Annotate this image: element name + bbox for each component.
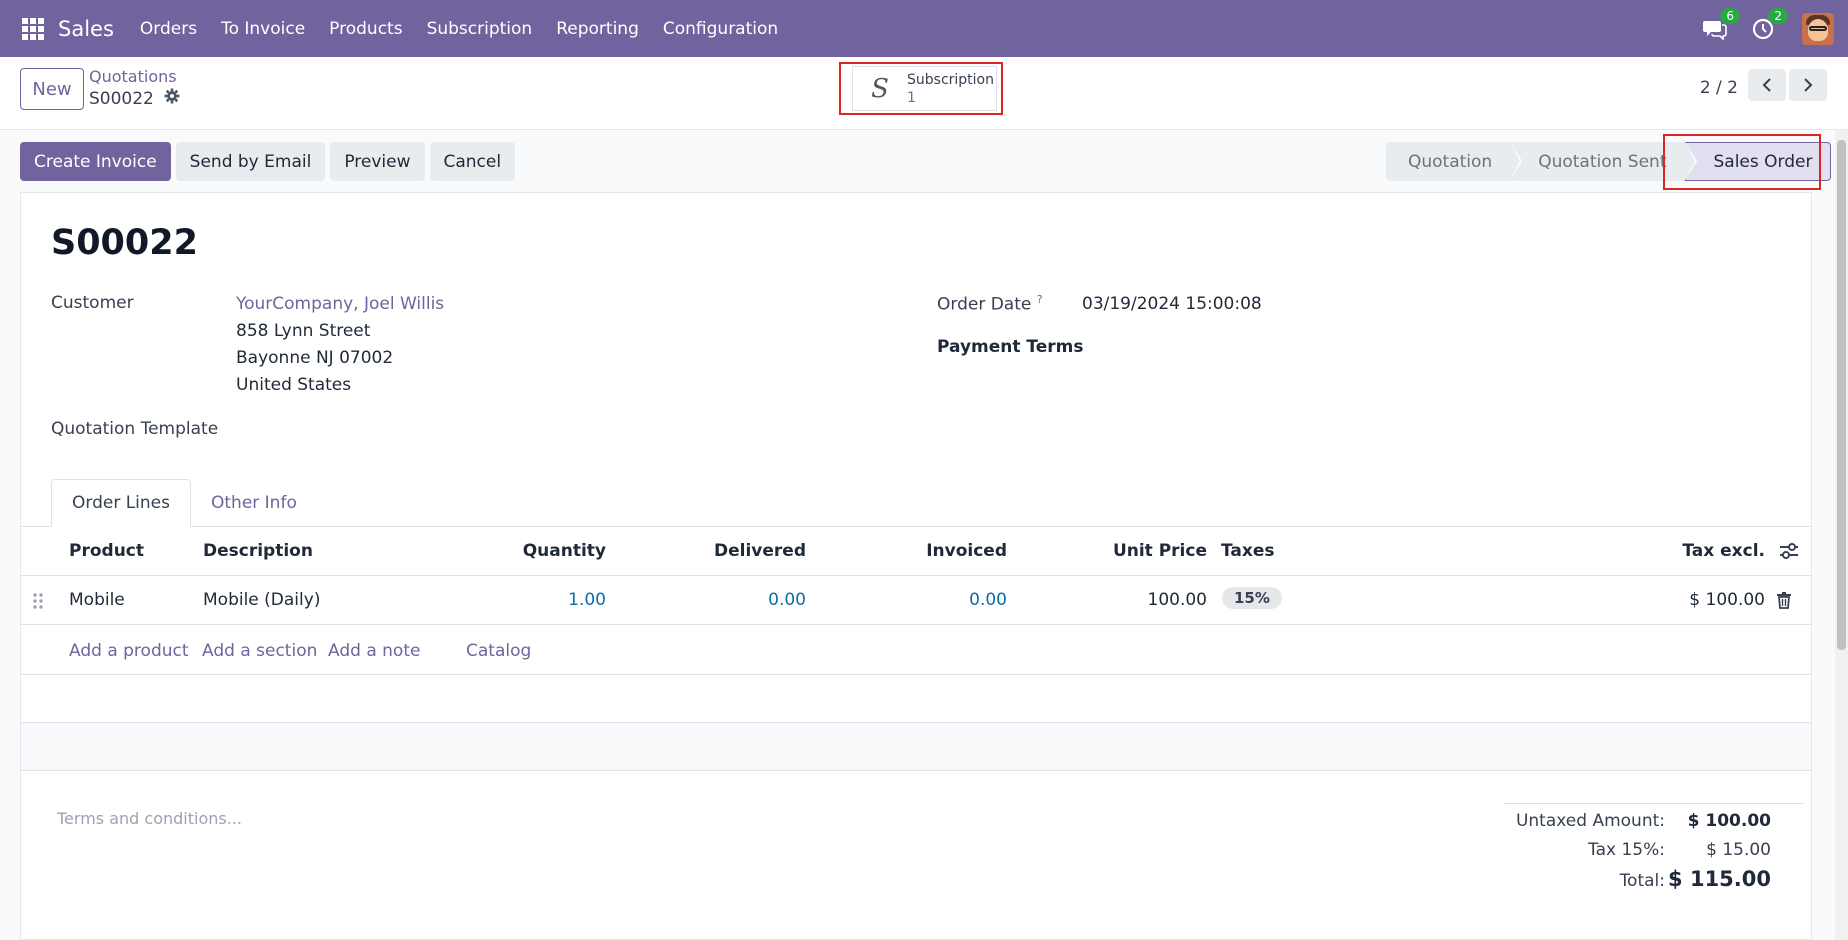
breadcrumb-current-label: S00022 bbox=[89, 88, 154, 109]
breadcrumb-current: S00022 bbox=[89, 88, 180, 109]
total-value: $ 115.00 bbox=[1668, 867, 1771, 891]
user-avatar[interactable] bbox=[1802, 12, 1834, 45]
row-delivered[interactable]: 0.00 bbox=[668, 590, 806, 610]
messages-badge: 6 bbox=[1720, 7, 1740, 24]
help-icon[interactable]: ? bbox=[1037, 293, 1043, 306]
create-invoice-button[interactable]: Create Invoice bbox=[20, 142, 171, 181]
smart-button-count: 1 bbox=[907, 89, 916, 106]
nav-subscription[interactable]: Subscription bbox=[427, 19, 533, 39]
scrollbar-thumb[interactable] bbox=[1837, 140, 1846, 650]
stage-quotation[interactable]: Quotation bbox=[1386, 142, 1523, 181]
quotation-template-label: Quotation Template bbox=[51, 419, 219, 439]
drag-handle-icon[interactable] bbox=[33, 592, 43, 615]
order-date-label-text: Order Date bbox=[937, 294, 1032, 315]
tab-order-lines[interactable]: Order Lines bbox=[51, 479, 191, 527]
col-quantity[interactable]: Quantity bbox=[468, 541, 606, 561]
nav-orders[interactable]: Orders bbox=[140, 19, 197, 39]
col-tax-excl[interactable]: Tax excl. bbox=[1621, 541, 1765, 561]
add-section-link[interactable]: Add a section bbox=[202, 641, 317, 661]
customer-link[interactable]: YourCompany, Joel Willis bbox=[236, 294, 444, 314]
action-buttons: Create Invoice Send by Email Preview Can… bbox=[20, 142, 516, 181]
pager-next-button[interactable] bbox=[1789, 69, 1827, 101]
add-product-link[interactable]: Add a product bbox=[69, 641, 189, 661]
row-tax-badge[interactable]: 15% bbox=[1222, 587, 1282, 609]
row-invoiced[interactable]: 0.00 bbox=[869, 590, 1007, 610]
subscription-smart-button[interactable]: S Subscription 1 bbox=[852, 66, 997, 111]
tax-value: $ 15.00 bbox=[1706, 840, 1771, 860]
catalog-link[interactable]: Catalog bbox=[466, 641, 531, 661]
form-sheet: S00022 Customer YourCompany, Joel Willis… bbox=[20, 192, 1812, 940]
document-title: S00022 bbox=[51, 223, 198, 263]
header-divider bbox=[21, 575, 1811, 576]
row-unit-price[interactable]: 100.00 bbox=[1069, 590, 1207, 610]
breadcrumb-quotations[interactable]: Quotations bbox=[89, 67, 177, 86]
subscription-icon: S bbox=[871, 73, 889, 104]
add-note-link[interactable]: Add a note bbox=[328, 641, 420, 661]
page-scrollbar[interactable] bbox=[1835, 130, 1848, 940]
nav-to-invoice[interactable]: To Invoice bbox=[221, 19, 305, 39]
new-button[interactable]: New bbox=[20, 68, 84, 110]
customer-label: Customer bbox=[51, 293, 134, 313]
chevron-left-icon bbox=[1762, 78, 1771, 92]
order-date-value[interactable]: 03/19/2024 15:00:08 bbox=[1082, 294, 1262, 314]
app-brand[interactable]: Sales bbox=[58, 17, 114, 41]
col-description[interactable]: Description bbox=[203, 541, 313, 561]
notebook-tabs: Order Lines Other Info bbox=[51, 479, 317, 527]
gear-icon[interactable] bbox=[164, 88, 180, 109]
untaxed-amount-label: Untaxed Amount: bbox=[1515, 811, 1665, 831]
pager-value[interactable]: 2 / 2 bbox=[1700, 73, 1738, 103]
terms-placeholder[interactable]: Terms and conditions... bbox=[57, 809, 242, 828]
preview-button[interactable]: Preview bbox=[330, 142, 425, 181]
trash-icon[interactable] bbox=[1777, 592, 1791, 614]
smart-button-title: Subscription bbox=[907, 71, 994, 88]
pager-previous-button[interactable] bbox=[1748, 69, 1786, 101]
row-divider bbox=[21, 624, 1811, 625]
stage-quotation-sent-label: Quotation Sent bbox=[1538, 151, 1667, 172]
stage-quotation-label: Quotation bbox=[1408, 151, 1493, 172]
tax-label: Tax 15%: bbox=[1588, 840, 1665, 860]
address-line-3: United States bbox=[236, 375, 352, 395]
nav-reporting[interactable]: Reporting bbox=[556, 19, 639, 39]
control-panel: New Quotations S00022 S Subscription 1 2… bbox=[0, 57, 1848, 130]
send-by-email-button[interactable]: Send by Email bbox=[175, 142, 326, 181]
address-line-1: 858 Lynn Street bbox=[236, 321, 371, 341]
totals-divider bbox=[1503, 803, 1803, 804]
address-line-2: Bayonne NJ 07002 bbox=[236, 348, 394, 368]
empty-row bbox=[21, 723, 1811, 771]
add-divider bbox=[21, 674, 1811, 675]
messages-icon[interactable]: 6 bbox=[1702, 7, 1740, 42]
nav-products[interactable]: Products bbox=[329, 19, 402, 39]
row-quantity[interactable]: 1.00 bbox=[468, 590, 606, 610]
col-unit-price[interactable]: Unit Price bbox=[1069, 541, 1207, 561]
col-invoiced[interactable]: Invoiced bbox=[869, 541, 1007, 561]
chevron-right-icon bbox=[1804, 78, 1813, 92]
cancel-button[interactable]: Cancel bbox=[429, 142, 516, 181]
row-description[interactable]: Mobile (Daily) bbox=[203, 590, 320, 610]
col-taxes[interactable]: Taxes bbox=[1221, 541, 1275, 561]
row-subtotal: $ 100.00 bbox=[1689, 590, 1765, 610]
stage-quotation-sent[interactable]: Quotation Sent bbox=[1510, 142, 1697, 181]
top-navbar: Sales Orders To Invoice Products Subscri… bbox=[0, 0, 1848, 57]
order-date-label: Order Date ? bbox=[937, 293, 1043, 315]
activities-clock-icon[interactable]: 2 bbox=[1750, 7, 1788, 42]
untaxed-amount-value: $ 100.00 bbox=[1687, 811, 1771, 831]
nav-configuration[interactable]: Configuration bbox=[663, 19, 778, 39]
payment-terms-label: Payment Terms bbox=[937, 337, 1084, 357]
empty-row-divider-2 bbox=[21, 770, 1811, 771]
col-product[interactable]: Product bbox=[69, 541, 144, 561]
row-product[interactable]: Mobile bbox=[69, 590, 125, 610]
activities-badge: 2 bbox=[1768, 7, 1788, 24]
tab-other-info[interactable]: Other Info bbox=[191, 479, 317, 527]
optional-columns-icon[interactable] bbox=[1779, 542, 1799, 565]
apps-menu-icon[interactable] bbox=[22, 17, 44, 40]
col-delivered[interactable]: Delivered bbox=[668, 541, 806, 561]
